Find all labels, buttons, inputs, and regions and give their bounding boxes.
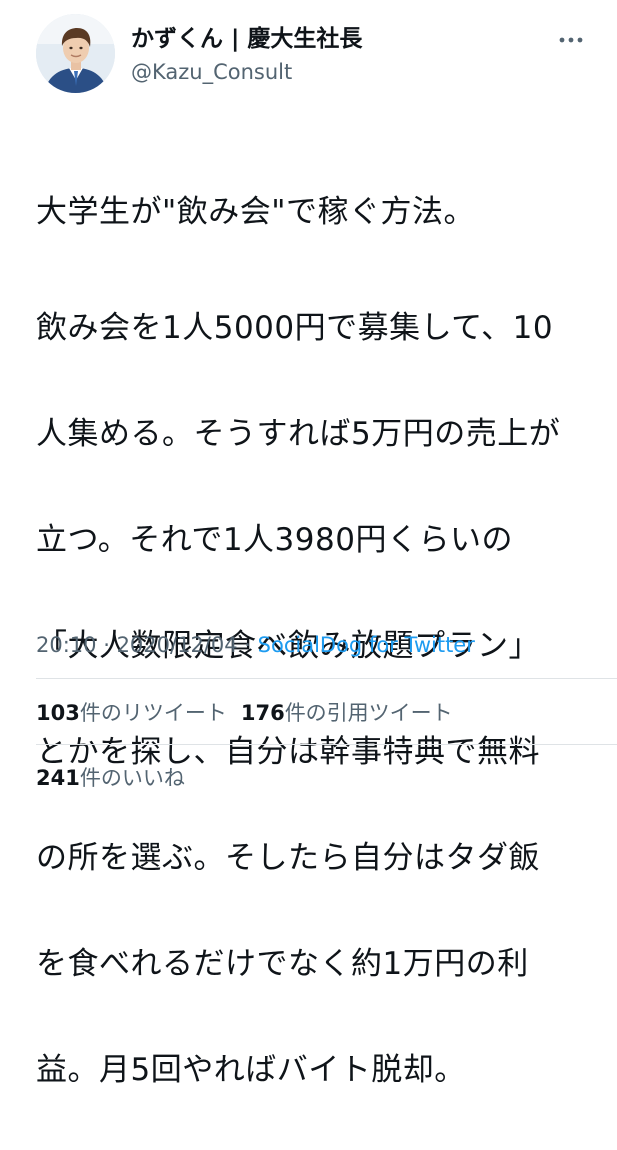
author-display-name[interactable]: かずくん | 慶大生社長	[131, 24, 362, 54]
likes-stats-row: 241件のいいね	[36, 764, 199, 792]
retweets-count: 103	[36, 701, 80, 725]
tweet-line: 立つ。それで1人3980円くらいの	[36, 522, 513, 558]
retweets-label: 件のリツイート	[79, 701, 227, 725]
tweet-date[interactable]: 2020/12/04	[117, 633, 238, 657]
tweet-line: を食べれるだけでなく約1万円の利	[36, 946, 529, 982]
retweets-stat[interactable]: 103件のリツイート	[36, 701, 227, 725]
tweet-first-line: 大学生が"飲み会"で稼ぐ方法。	[36, 194, 476, 230]
likes-count: 241	[36, 766, 80, 790]
quotes-label: 件の引用ツイート	[284, 701, 453, 725]
tweet-source-link[interactable]: SocialDog for Twitter	[258, 633, 475, 657]
meta-separator: ·	[237, 633, 258, 657]
tweet-header: かずくん | 慶大生社長 @Kazu_Consult	[0, 0, 617, 110]
tweet-line: 飲み会を1人5000円で募集して、10	[36, 310, 554, 346]
tweet-time[interactable]: 20:10	[36, 633, 97, 657]
divider	[36, 744, 617, 745]
tweet-line: の所を選ぶ。そしたら自分はタダ飯	[36, 840, 540, 876]
more-horizontal-icon[interactable]	[558, 30, 584, 50]
divider	[36, 678, 617, 679]
quotes-count: 176	[240, 701, 285, 725]
retweet-stats-row: 103件のリツイート 176件の引用ツイート	[36, 699, 467, 727]
meta-separator: ·	[96, 633, 117, 657]
author-handle[interactable]: @Kazu_Consult	[131, 58, 292, 86]
tweet-meta: 20:10 · 2020/12/04 · SocialDog for Twitt…	[36, 631, 475, 659]
tweet-line: 人集める。そうすれば5万円の売上が	[36, 416, 561, 452]
profile-photo-icon	[36, 14, 115, 93]
likes-label: 件のいいね	[79, 766, 185, 790]
tweet-line: 益。月5回やればバイト脱却。	[36, 1052, 466, 1088]
avatar[interactable]	[36, 14, 115, 93]
likes-stat[interactable]: 241件のいいね	[36, 766, 185, 790]
quotes-stat[interactable]: 176件の引用ツイート	[241, 701, 453, 725]
